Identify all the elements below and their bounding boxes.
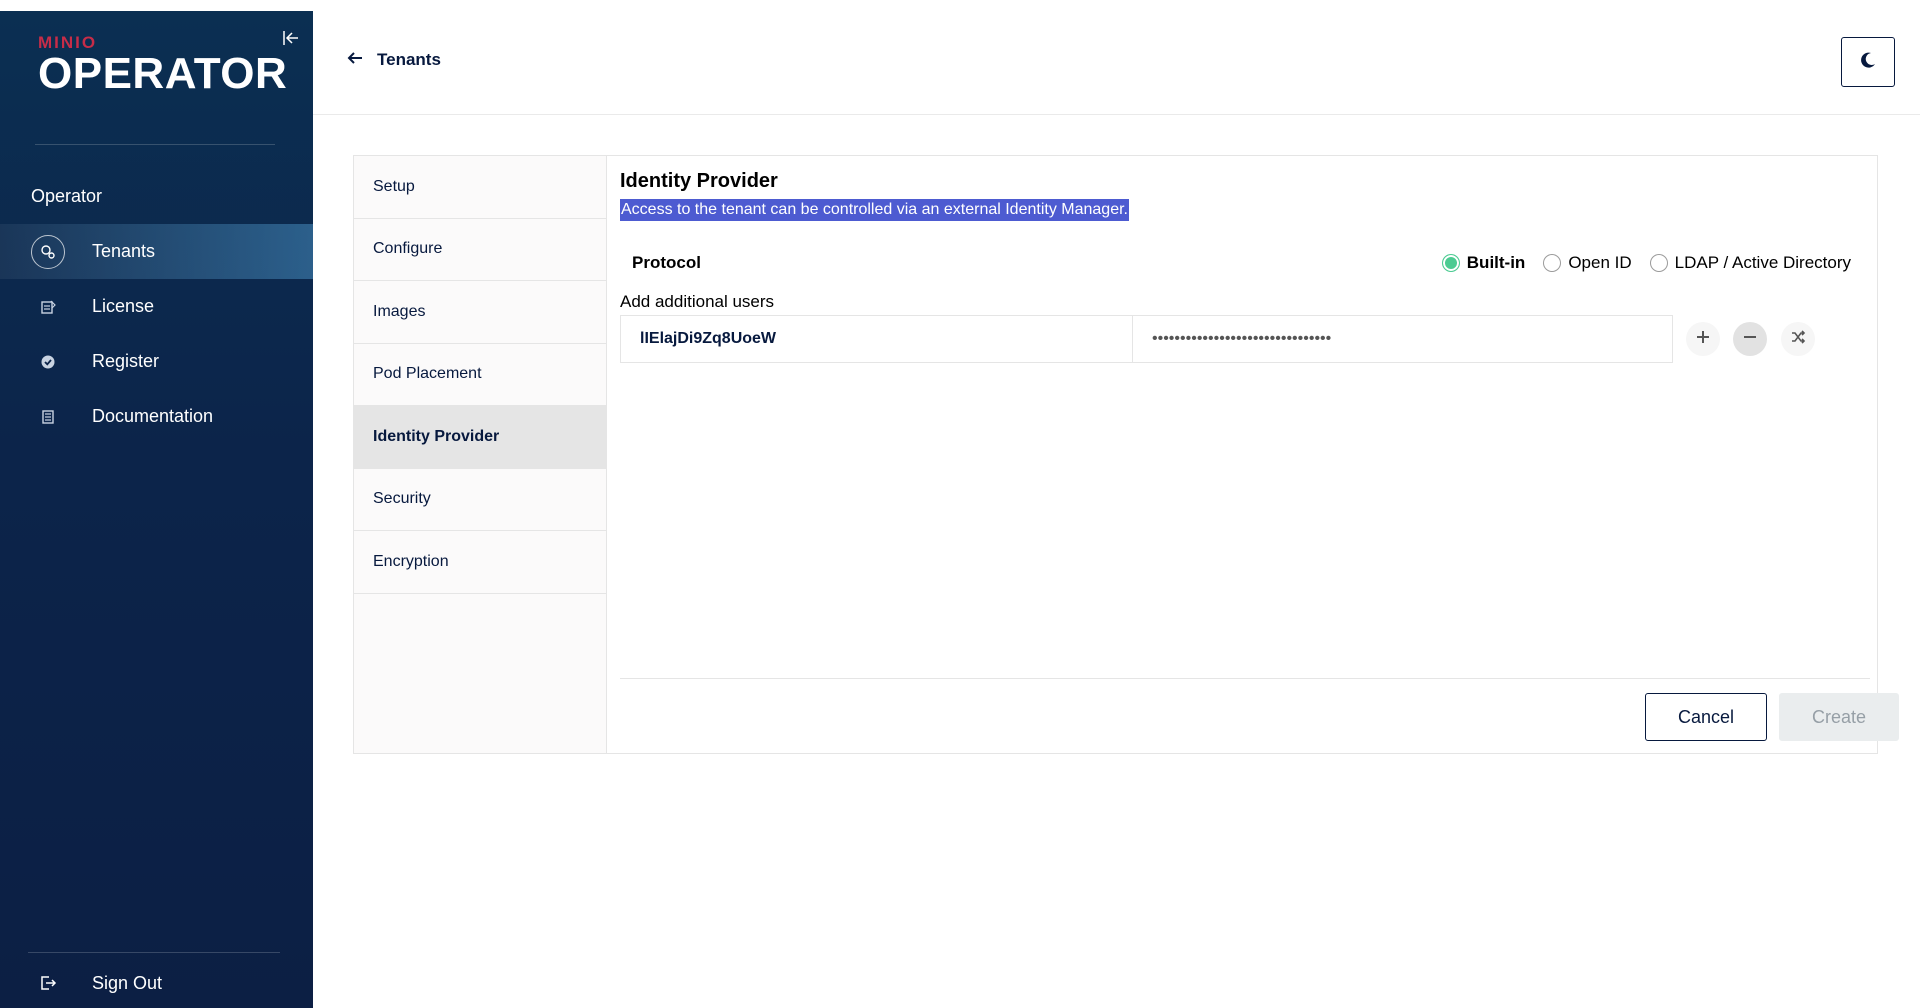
panel-description: Access to the tenant can be controlled v…: [620, 199, 1129, 221]
divider: [620, 678, 1870, 679]
radio-ldap[interactable]: LDAP / Active Directory: [1649, 253, 1851, 273]
add-user-button[interactable]: [1686, 322, 1720, 356]
radio-label: Built-in: [1466, 253, 1526, 272]
step-encryption[interactable]: Encryption: [354, 531, 606, 594]
tenant-wizard: Setup Configure Images Pod Placement Ide…: [353, 155, 1899, 754]
step-identity-provider[interactable]: Identity Provider: [354, 406, 606, 469]
add-users-label: Add additional users: [620, 292, 775, 311]
create-button[interactable]: Create: [1779, 693, 1899, 741]
sidebar-item-register[interactable]: Register: [0, 334, 313, 389]
sign-out-icon: [31, 966, 65, 1000]
dark-mode-toggle[interactable]: [1841, 37, 1895, 87]
panel-title: Identity Provider: [620, 170, 778, 192]
logo: MINIO OPERATOR: [38, 33, 287, 97]
sidebar-item-label: Documentation: [92, 406, 214, 426]
username-input[interactable]: [620, 315, 1161, 363]
documentation-icon: [31, 400, 65, 434]
wizard-steps: Setup Configure Images Pod Placement Ide…: [354, 156, 607, 753]
radio-built-in[interactable]: Built-in: [1441, 253, 1526, 273]
sidebar-item-tenants[interactable]: Tenants: [0, 224, 313, 279]
logo-product: OPERATOR: [38, 49, 288, 98]
tenants-icon: [31, 234, 65, 269]
sidebar: MINIO OPERATOR Operator Tenants License …: [0, 11, 313, 1008]
radio-label: Open ID: [1568, 253, 1632, 272]
radio-label: LDAP / Active Directory: [1674, 253, 1851, 272]
step-security[interactable]: Security: [354, 469, 606, 531]
sidebar-item-documentation[interactable]: Documentation: [0, 389, 313, 444]
register-icon: [31, 345, 65, 379]
back-button[interactable]: Tenants: [347, 50, 441, 70]
divider: [35, 144, 275, 145]
protocol-radio-group: Built-in Open ID LDAP / Active Directory: [1424, 253, 1851, 273]
sidebar-item-license[interactable]: License: [0, 279, 313, 334]
page-header: Tenants: [313, 0, 1920, 115]
arrow-left-icon: [347, 51, 363, 70]
remove-user-button[interactable]: [1733, 322, 1767, 356]
password-input[interactable]: [1132, 315, 1673, 363]
radio-open-id[interactable]: Open ID: [1543, 253, 1632, 273]
plus-icon: [1695, 329, 1711, 350]
sign-out-label: Sign Out: [92, 972, 163, 993]
sidebar-nav: Tenants License Register Documentation: [0, 224, 313, 444]
sidebar-item-label: Register: [92, 351, 160, 371]
breadcrumb: Tenants: [377, 50, 441, 69]
minus-icon: [1742, 329, 1758, 350]
protocol-label: Protocol: [632, 253, 701, 272]
radio-unchecked-icon: [1649, 254, 1668, 272]
step-pod-placement[interactable]: Pod Placement: [354, 344, 606, 406]
license-icon: [31, 290, 65, 324]
shuffle-icon: [1790, 329, 1806, 350]
moon-icon: [1859, 51, 1877, 74]
identity-provider-panel: Identity Provider Access to the tenant c…: [607, 156, 1899, 753]
sign-out-button[interactable]: Sign Out: [0, 964, 313, 1002]
radio-unchecked-icon: [1543, 254, 1562, 272]
radio-checked-icon: [1441, 254, 1460, 272]
step-configure[interactable]: Configure: [354, 219, 606, 281]
cancel-button[interactable]: Cancel: [1645, 693, 1767, 741]
sidebar-item-label: Tenants: [92, 241, 156, 261]
sidebar-item-label: License: [92, 296, 155, 316]
step-setup[interactable]: Setup: [354, 156, 606, 219]
shuffle-button[interactable]: [1781, 322, 1815, 356]
step-images[interactable]: Images: [354, 281, 606, 344]
divider: [28, 952, 280, 953]
section-title: Operator: [31, 186, 103, 206]
